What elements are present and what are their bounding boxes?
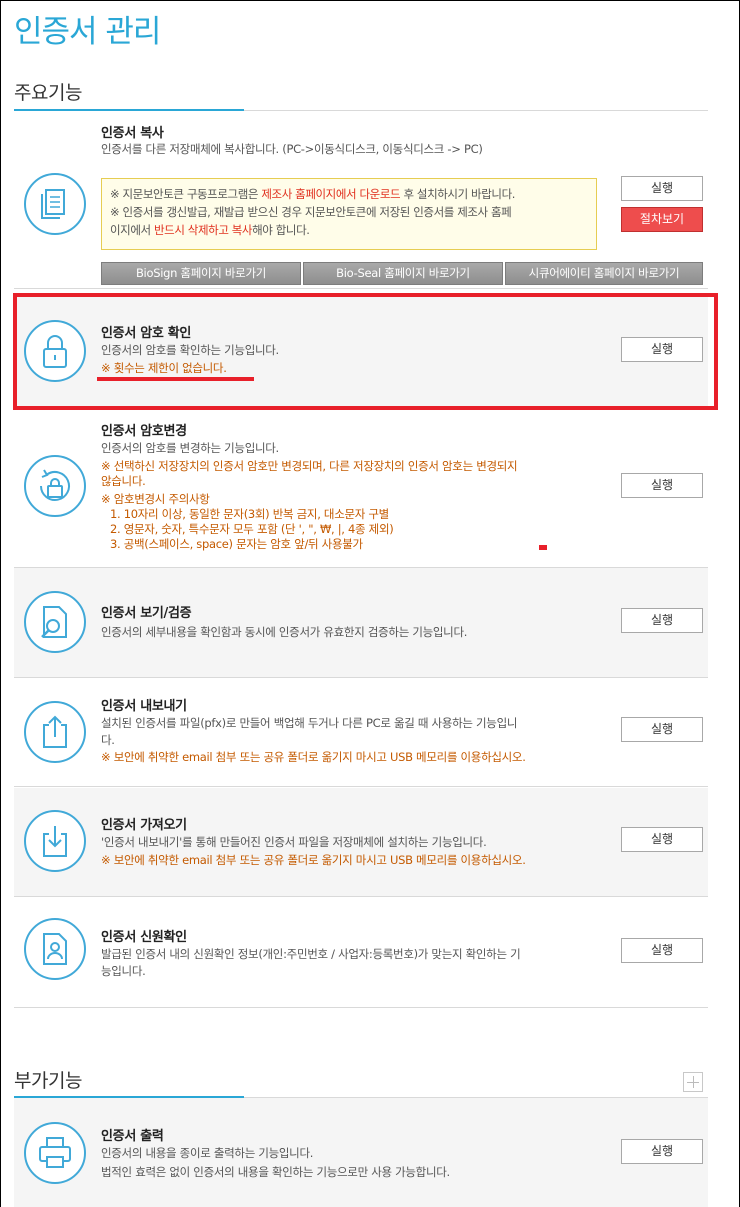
run-button-export[interactable]: 실행 (621, 717, 703, 742)
item-desc-export-cont: 다. (101, 733, 115, 747)
item-desc-password-change: 인증서의 암호를 변경하는 기능입니다. (101, 441, 279, 455)
page-title: 인증서 관리 (14, 14, 161, 50)
document-search-icon (24, 591, 86, 653)
item-title-view-verify: 인증서 보기/검증 (101, 606, 192, 621)
item-desc-identity-check: 발급된 인증서 내의 신원확인 정보(개인:주민번호 / 사업자:등록번호)가 … (101, 947, 521, 961)
item-desc-print: 인증서의 내용을 종이로 출력하는 기능입니다. (101, 1146, 314, 1160)
notice-text: 후 설치하시기 바랍니다. (400, 187, 516, 201)
notice-highlight: 제조사 홈페이지에서 다운로드 (261, 187, 401, 201)
notice-text: ※ 인증서를 갱신발급, 재발급 받으신 경우 지문보안토큰에 저장된 인증서를… (110, 205, 512, 219)
item-desc-view-verify: 인증서의 세부내용을 확인함과 동시에 인증서가 유효한지 검증하는 기능입니다… (101, 625, 468, 639)
warning-password-change-cont: 않습니다. (101, 474, 146, 488)
printer-icon (24, 1122, 86, 1184)
item-title-import: 인증서 가져오기 (101, 818, 187, 833)
warning-export: ※ 보안에 취약한 email 첨부 또는 공유 폴더로 옮기지 마시고 USB… (101, 750, 526, 764)
bioseal-link-button[interactable]: Bio-Seal 홈페이지 바로가기 (303, 262, 503, 285)
notice-text: 이지에서 (110, 223, 154, 237)
section-title-main: 주요기능 (14, 82, 82, 104)
warning-import: ※ 보안에 취약한 email 첨부 또는 공유 폴더로 옮기지 마시고 USB… (101, 853, 526, 867)
item-title-export: 인증서 내보내기 (101, 699, 187, 714)
expand-plus-icon[interactable] (683, 1072, 703, 1092)
item-title-print: 인증서 출력 (101, 1129, 164, 1144)
identity-document-icon (24, 918, 86, 980)
procedure-button[interactable]: 절차보기 (621, 207, 703, 232)
annotation-marker (539, 545, 547, 550)
item-desc-identity-check-cont: 능입니다. (101, 964, 146, 978)
run-button-password-change[interactable]: 실행 (621, 473, 703, 498)
item-desc-import: '인증서 내보내기'를 통해 만들어진 인증서 파일을 저장매체에 설치하는 기… (101, 835, 487, 849)
secureat-link-button[interactable]: 시큐어에이티 홈페이지 바로가기 (505, 262, 703, 285)
section-title-extra: 부가기능 (14, 1070, 82, 1092)
item-view-verify (14, 568, 708, 678)
export-upload-icon (24, 701, 86, 763)
item-desc-copy: 인증서를 다른 저장매체에 복사합니다. (PC->이동식디스크, 이동식디스크… (101, 142, 483, 156)
run-button-copy[interactable]: 실행 (621, 176, 703, 201)
password-rule-3: 3. 공백(스페이스, space) 문자는 암호 앞/뒤 사용불가 (110, 537, 363, 551)
item-desc-print-cont: 법적인 효력은 없이 인증서의 내용을 확인하는 기능으로만 사용 가능합니다. (101, 1165, 450, 1179)
notice-text: 해야 합니다. (252, 223, 310, 237)
notice-text: ※ 지문보안토큰 구동프로그램은 (110, 187, 262, 201)
run-button-import[interactable]: 실행 (621, 827, 703, 852)
highlight-underline (97, 377, 254, 381)
highlight-annotation-box (13, 293, 718, 410)
item-title-identity-check: 인증서 신원확인 (101, 930, 187, 945)
item-desc-export: 설치된 인증서를 파일(pfx)로 만들어 백업해 두거나 다른 PC로 옮길 … (101, 716, 518, 730)
run-button-identity-check[interactable]: 실행 (621, 938, 703, 963)
run-button-view-verify[interactable]: 실행 (621, 608, 703, 633)
lock-refresh-icon (24, 455, 86, 517)
document-copy-icon (24, 173, 86, 235)
warning-password-change: ※ 선택하신 저장장치의 인증서 암호만 변경되며, 다른 저장장치의 인증서 … (101, 459, 518, 473)
run-button-print[interactable]: 실행 (621, 1139, 703, 1164)
item-title-password-change: 인증서 암호변경 (101, 424, 187, 439)
notice-highlight: 반드시 삭제하고 복사 (153, 223, 253, 237)
notice-box: ※ 지문보안토큰 구동프로그램은 제조사 홈페이지에서 다운로드 후 설치하시기… (101, 178, 597, 250)
biosign-link-button[interactable]: BioSign 홈페이지 바로가기 (101, 262, 301, 285)
item-title-copy: 인증서 복사 (101, 126, 164, 141)
import-download-icon (24, 810, 86, 872)
